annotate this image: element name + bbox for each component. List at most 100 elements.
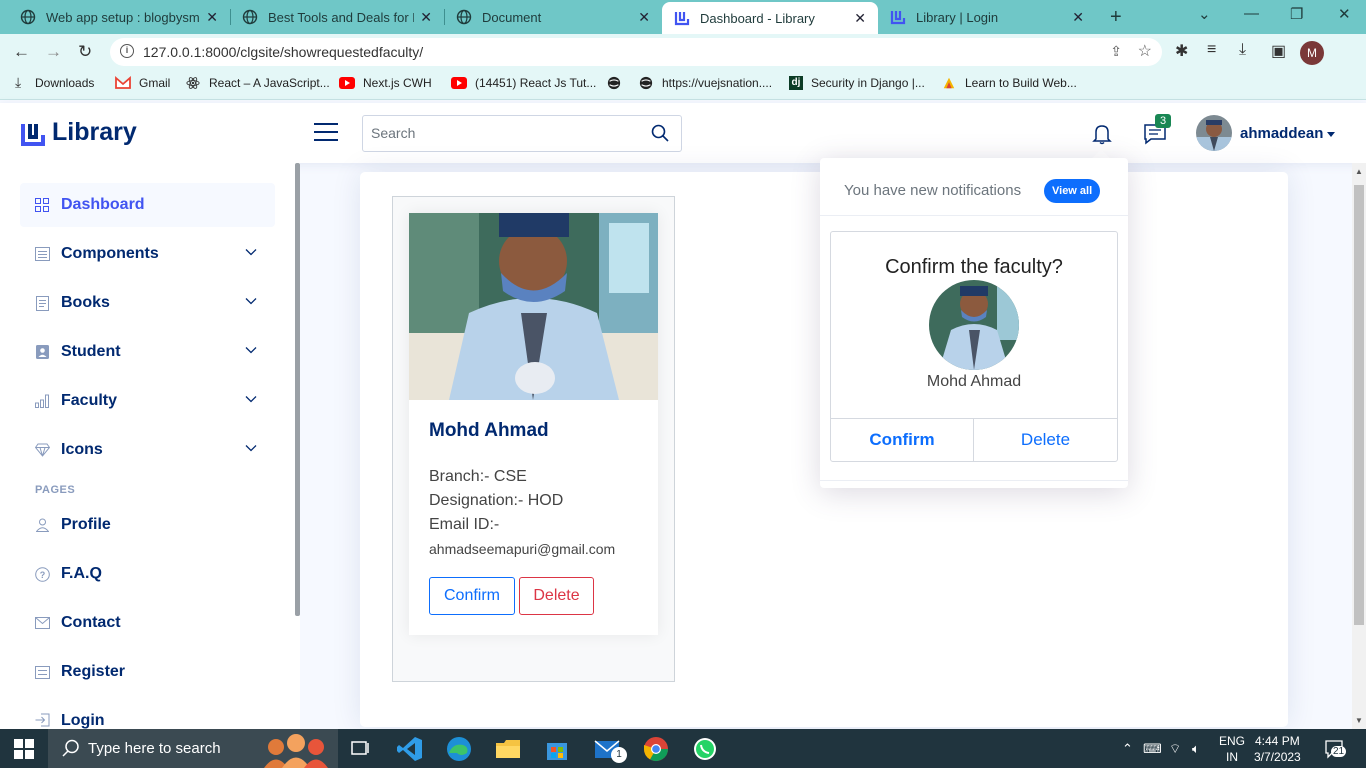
notifications-header: You have new notifications — [844, 182, 1022, 199]
sidebar-item-faq[interactable]: ? F.A.Q — [20, 552, 275, 596]
globe-icon — [20, 9, 36, 25]
vscode-icon[interactable] — [396, 735, 424, 763]
taskbar-search[interactable]: Type here to search — [48, 729, 338, 768]
browser-tab-strip: Web app setup : blogbysma ✕ Best Tools a… — [0, 0, 1366, 34]
scrollbar-thumb[interactable] — [1354, 185, 1364, 625]
new-tab-icon[interactable]: + — [1110, 6, 1122, 29]
sidebar-item-login[interactable]: Login — [20, 699, 275, 729]
logo-text[interactable]: Library — [52, 118, 137, 147]
view-all-button[interactable]: View all — [1044, 179, 1101, 203]
app-header: Library 3 ahmaddean — [0, 103, 1366, 163]
close-window-icon[interactable]: ✕ — [1338, 5, 1351, 23]
sidebar-item-label: Login — [61, 712, 105, 729]
bookmark-label: React – A JavaScript... — [209, 76, 330, 90]
scroll-down-icon[interactable]: ▼ — [1355, 716, 1363, 725]
bookmark-globe[interactable] — [606, 76, 630, 90]
tab-search-chevron-icon[interactable]: ⌄ — [1198, 5, 1211, 23]
address-toolbar: ← → ↻ i 127.0.0.1:8000/clgsite/showreque… — [0, 34, 1366, 70]
sidebar-item-profile[interactable]: Profile — [20, 503, 275, 547]
reload-icon[interactable]: ↻ — [78, 42, 92, 62]
menu-toggle-icon[interactable] — [314, 123, 338, 143]
tab-library-login[interactable]: Library | Login ✕ — [878, 0, 1096, 34]
language-indicator[interactable]: ENG IN — [1219, 733, 1245, 765]
faculty-avatar-photo — [929, 280, 1019, 370]
svg-text:?: ? — [39, 570, 45, 580]
confirm-faculty-card: Confirm the faculty? Mohd Ahmad Confirm … — [830, 231, 1118, 462]
page-scrollbar[interactable]: ▲ ▼ — [1352, 163, 1366, 729]
show-hidden-icons-icon[interactable]: ⌃ — [1122, 741, 1133, 757]
browser-profile-avatar[interactable]: M — [1300, 41, 1324, 65]
omnibox[interactable]: i 127.0.0.1:8000/clgsite/showrequestedfa… — [110, 38, 1162, 66]
reading-list-icon[interactable]: ≡ — [1207, 41, 1216, 59]
restore-icon[interactable]: ❐ — [1290, 5, 1303, 23]
sidebar-item-faculty[interactable]: Faculty — [20, 379, 275, 423]
django-icon: dj — [789, 76, 803, 90]
bell-icon[interactable] — [1091, 123, 1113, 145]
tab-dashboard-library[interactable]: Dashboard - Library ✕ — [662, 2, 878, 34]
tab-title: Dashboard - Library — [700, 10, 815, 26]
bookmark-nextjs-cwh[interactable]: Next.js CWH — [339, 76, 432, 90]
library-logo-icon[interactable] — [20, 121, 46, 147]
bookmark-react-tut[interactable]: (14451) React Js Tut... — [451, 76, 596, 90]
globe-icon — [456, 9, 472, 25]
sidebar-scrollbar[interactable] — [295, 163, 300, 616]
search-input[interactable] — [371, 125, 631, 141]
notification-confirm-button[interactable]: Confirm — [831, 430, 973, 450]
tab-web-app-setup[interactable]: Web app setup : blogbysma ✕ — [8, 0, 230, 34]
region-code: IN — [1226, 750, 1238, 764]
sidebar-item-dashboard[interactable]: Dashboard — [20, 183, 275, 227]
site-info-icon[interactable]: i — [120, 44, 134, 58]
forward-icon[interactable]: → — [45, 42, 62, 62]
username-dropdown[interactable]: ahmaddean — [1240, 125, 1336, 142]
share-icon[interactable]: ⇪ — [1110, 43, 1122, 60]
extensions-icon[interactable]: ✱ — [1175, 41, 1188, 61]
wifi-icon[interactable]: ⌔ — [1169, 741, 1181, 757]
sidebar-item-student[interactable]: Student — [20, 330, 275, 374]
sidebar-item-books[interactable]: Books — [20, 281, 275, 325]
scroll-up-icon[interactable]: ▲ — [1355, 167, 1363, 176]
caret-down-icon — [1327, 131, 1336, 137]
close-icon[interactable]: ✕ — [638, 9, 650, 26]
sidebar-item-icons[interactable]: Icons — [20, 428, 275, 472]
task-view-icon[interactable] — [346, 735, 374, 763]
bookmark-django-security[interactable]: dj Security in Django |... — [789, 76, 925, 90]
edge-icon[interactable] — [445, 735, 473, 763]
file-explorer-icon[interactable] — [494, 735, 522, 763]
notification-delete-button[interactable]: Delete — [974, 430, 1117, 450]
delete-button[interactable]: Delete — [519, 577, 594, 615]
volume-icon[interactable]: 🔈︎ — [1192, 741, 1200, 757]
close-icon[interactable]: ✕ — [854, 10, 866, 27]
journal-icon — [34, 295, 50, 311]
sidebar-item-register[interactable]: Register — [20, 650, 275, 694]
chrome-icon[interactable] — [642, 735, 670, 763]
whatsapp-icon[interactable] — [691, 735, 719, 763]
bookmark-learn-web[interactable]: Learn to Build Web... — [941, 76, 1077, 90]
message-count-badge: 3 — [1155, 114, 1172, 128]
confirm-button[interactable]: Confirm — [429, 577, 515, 615]
search-icon[interactable] — [651, 124, 669, 142]
input-method-icon[interactable]: ⌨ — [1143, 741, 1162, 757]
url-text[interactable]: 127.0.0.1:8000/clgsite/showrequestedfacu… — [143, 44, 423, 60]
windows-start-icon[interactable] — [14, 739, 34, 759]
user-avatar[interactable] — [1196, 115, 1232, 151]
bookmark-star-icon[interactable]: ☆ — [1138, 41, 1152, 61]
bookmark-gmail[interactable]: Gmail — [115, 76, 170, 90]
faculty-designation: Designation:- HOD — [429, 492, 564, 509]
tab-best-tools[interactable]: Best Tools and Deals for Dev ✕ — [230, 0, 444, 34]
back-icon[interactable]: ← — [13, 42, 30, 62]
close-icon[interactable]: ✕ — [206, 9, 218, 26]
download-icon[interactable]: ⤓ — [1239, 41, 1246, 59]
sidebar-item-components[interactable]: Components — [20, 232, 275, 276]
tab-document[interactable]: Document ✕ — [444, 0, 662, 34]
minimize-icon[interactable]: — — [1244, 5, 1259, 22]
bookmark-react[interactable]: React – A JavaScript... — [185, 76, 330, 90]
close-icon[interactable]: ✕ — [420, 9, 432, 26]
close-icon[interactable]: ✕ — [1072, 9, 1084, 26]
sidebar-item-contact[interactable]: Contact — [20, 601, 275, 645]
clock[interactable]: 4:44 PM 3/7/2023 — [1254, 733, 1301, 765]
microsoft-store-icon[interactable] — [543, 735, 571, 763]
bookmark-vuejsnation[interactable]: https://vuejsnation.... — [638, 76, 772, 90]
menu-button-icon — [34, 246, 50, 262]
side-panel-icon[interactable]: ▣ — [1271, 41, 1286, 61]
bookmark-downloads[interactable]: ⤓ Downloads — [15, 75, 94, 90]
